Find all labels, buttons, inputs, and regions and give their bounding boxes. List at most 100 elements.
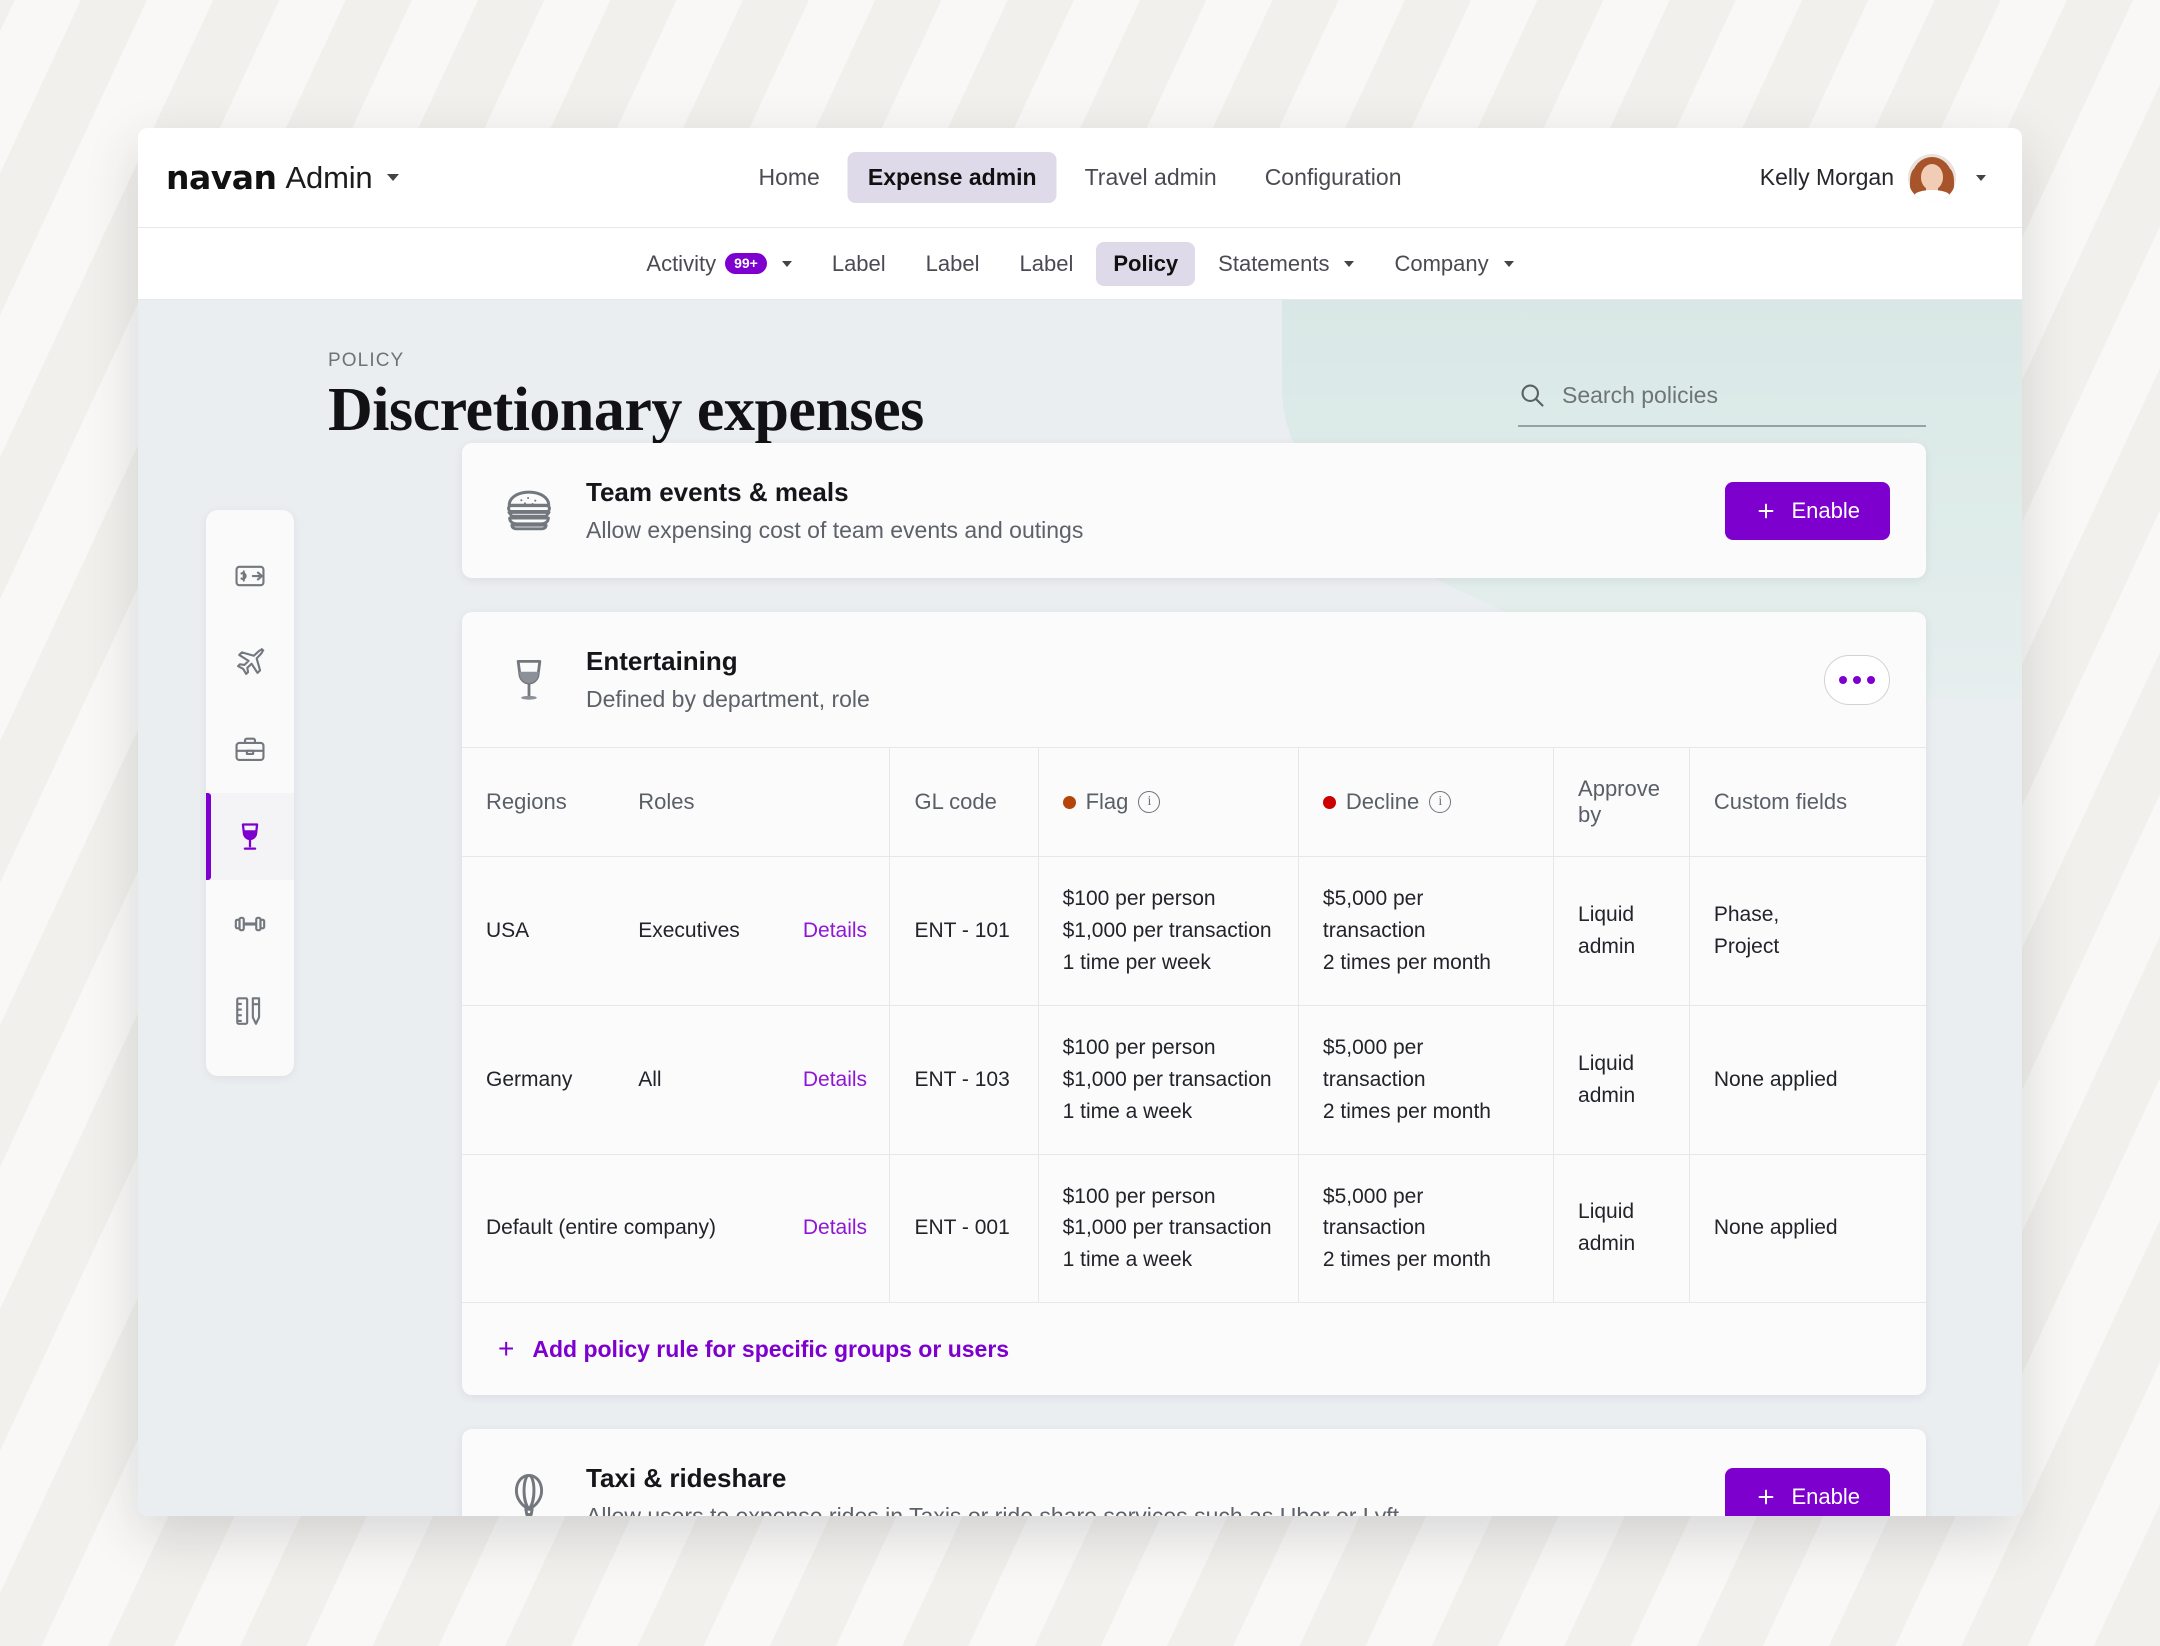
card-subtitle: Allow users to expense rides in Taxis or… <box>586 1503 1399 1516</box>
subnav-item-activity[interactable]: Activity 99+ <box>629 242 808 286</box>
flag-line: $1,000 per transaction <box>1062 1067 1272 1091</box>
app-window: navan Admin Home Expense admin Travel ad… <box>138 128 2022 1516</box>
cell-flag: $100 per person $1,000 per transaction 1… <box>1037 1154 1299 1304</box>
cell-custom-fields: None applied <box>1688 1005 1926 1155</box>
cell-approve-by: Liquid admin <box>1553 1154 1690 1304</box>
flag-line: 1 time a week <box>1062 1099 1193 1123</box>
cell-region: USA <box>462 856 615 1006</box>
decline-line: $5,000 per transaction <box>1322 1184 1426 1240</box>
cell-flag: $100 per person $1,000 per transaction 1… <box>1037 1005 1299 1155</box>
policy-card-entertaining: Entertaining Defined by department, role <box>462 612 1926 1396</box>
subnav-item-label-2[interactable]: Label <box>909 242 997 286</box>
column-header-flag: Flag i <box>1037 747 1299 858</box>
plus-icon <box>1755 1486 1777 1508</box>
table-header-row: Regions Roles GL code Flag i Decline i A… <box>462 747 1926 858</box>
subnav-item-policy[interactable]: Policy <box>1096 241 1196 286</box>
column-header-custom-fields: Custom fields <box>1688 747 1926 858</box>
nav-item-configuration[interactable]: Configuration <box>1245 152 1422 203</box>
cell-approve-by: Liquid admin <box>1553 856 1690 1006</box>
flag-line: $100 per person <box>1062 1184 1216 1208</box>
flag-line: 1 time per week <box>1062 950 1211 974</box>
enable-button-label: Enable <box>1791 497 1860 523</box>
nav-item-expense-admin[interactable]: Expense admin <box>847 152 1057 203</box>
user-name: Kelly Morgan <box>1759 164 1894 190</box>
cell-region: Default (entire company) <box>462 1154 779 1304</box>
info-icon[interactable]: i <box>1429 791 1452 814</box>
column-header-decline-label: Decline <box>1345 789 1420 815</box>
chevron-down-icon[interactable] <box>1503 260 1514 267</box>
cell-gl-code: ENT - 103 <box>889 1005 1039 1155</box>
user-menu[interactable]: Kelly Morgan <box>1759 153 1986 202</box>
page-header: POLICY Discretionary expenses <box>138 300 2022 443</box>
column-header-flag-label: Flag <box>1085 789 1129 815</box>
details-link[interactable]: Details <box>803 919 867 942</box>
subnav-item-label-3[interactable]: Label <box>1003 242 1091 286</box>
card-subtitle: Allow expensing cost of team events and … <box>586 517 1084 544</box>
column-header-regions: Regions <box>462 747 615 858</box>
cell-region: Germany <box>462 1005 615 1155</box>
subnav-item-statements[interactable]: Statements <box>1201 242 1371 286</box>
enable-button[interactable]: Enable <box>1725 1467 1890 1516</box>
activity-count-badge: 99+ <box>725 252 767 275</box>
card-header: Taxi & rideshare Allow users to expense … <box>462 1429 1926 1516</box>
custom-field-line: Project <box>1713 934 1780 958</box>
subnav-activity-label: Activity <box>646 250 717 276</box>
top-bar: navan Admin Home Expense admin Travel ad… <box>138 128 2022 228</box>
table-row: Default (entire company) Details ENT - 0… <box>462 1154 1926 1304</box>
details-link[interactable]: Details <box>803 1068 867 1091</box>
search-box[interactable] <box>1518 381 1926 428</box>
enable-button[interactable]: Enable <box>1725 481 1890 540</box>
card-header: Entertaining Defined by department, role <box>462 612 1926 747</box>
policy-rules-table: Regions Roles GL code Flag i Decline i A… <box>462 747 1926 1304</box>
chevron-down-icon[interactable] <box>781 260 792 267</box>
nav-item-home[interactable]: Home <box>739 152 840 203</box>
cell-decline: $5,000 per transaction 2 times per month <box>1297 1154 1554 1304</box>
nav-item-travel-admin[interactable]: Travel admin <box>1065 152 1237 203</box>
cell-flag: $100 per person $1,000 per transaction 1… <box>1037 856 1299 1006</box>
subnav-statements-label: Statements <box>1218 250 1330 276</box>
primary-nav: Home Expense admin Travel admin Configur… <box>739 152 1422 203</box>
add-policy-rule-button[interactable]: + Add policy rule for specific groups or… <box>462 1303 1926 1395</box>
cell-decline: $5,000 per transaction 2 times per month <box>1297 1005 1554 1155</box>
flag-line: $1,000 per transaction <box>1062 919 1272 942</box>
subnav-item-label-1[interactable]: Label <box>815 242 903 286</box>
info-icon[interactable]: i <box>1138 791 1161 814</box>
chevron-down-icon[interactable] <box>1976 174 1986 181</box>
cell-custom-fields: None applied <box>1688 1154 1926 1304</box>
search-input[interactable] <box>1562 381 1926 409</box>
avatar[interactable] <box>1908 153 1956 202</box>
chevron-down-icon[interactable] <box>387 174 400 181</box>
card-subtitle: Defined by department, role <box>586 686 870 713</box>
hot-air-balloon-icon <box>498 1470 560 1516</box>
ellipsis-icon <box>1867 675 1875 684</box>
secondary-nav: Activity 99+ Label Label Label Policy St… <box>138 228 2022 300</box>
burger-icon <box>498 484 560 538</box>
column-header-gl-code: GL code <box>889 747 1039 858</box>
cell-decline: $5,000 per transaction 2 times per month <box>1297 856 1554 1006</box>
brand-menu[interactable]: navan Admin <box>166 158 400 197</box>
card-title: Taxi & rideshare <box>586 1463 787 1494</box>
search-icon <box>1518 381 1546 409</box>
cell-role: Executives <box>614 856 779 1006</box>
card-header: Team events & meals Allow expensing cost… <box>462 443 1926 578</box>
subnav-item-company[interactable]: Company <box>1377 242 1530 286</box>
cell-approve-by: Liquid admin <box>1553 1005 1690 1155</box>
decline-line: $5,000 per transaction <box>1322 887 1426 942</box>
decline-line: 2 times per month <box>1322 1099 1491 1123</box>
brand-suffix: Admin <box>285 159 373 195</box>
enable-button-label: Enable <box>1791 1483 1860 1509</box>
cell-role: All <box>614 1005 779 1155</box>
table-row: Germany All Details ENT - 103 $100 per p… <box>462 1005 1926 1155</box>
flag-line: $100 per person <box>1062 1035 1216 1059</box>
flag-line: $100 per person <box>1062 887 1216 911</box>
flag-line: 1 time a week <box>1062 1248 1193 1272</box>
policy-card-taxi: Taxi & rideshare Allow users to expense … <box>462 1429 1926 1516</box>
chevron-down-icon[interactable] <box>1344 260 1355 267</box>
more-options-button[interactable] <box>1824 654 1890 705</box>
column-header-roles: Roles <box>614 747 779 858</box>
decline-line: $5,000 per transaction <box>1322 1035 1426 1091</box>
cell-gl-code: ENT - 001 <box>889 1154 1039 1304</box>
details-link[interactable]: Details <box>803 1216 867 1239</box>
card-title: Team events & meals <box>586 477 849 508</box>
table-row: USA Executives Details ENT - 101 $100 pe… <box>462 856 1926 1006</box>
